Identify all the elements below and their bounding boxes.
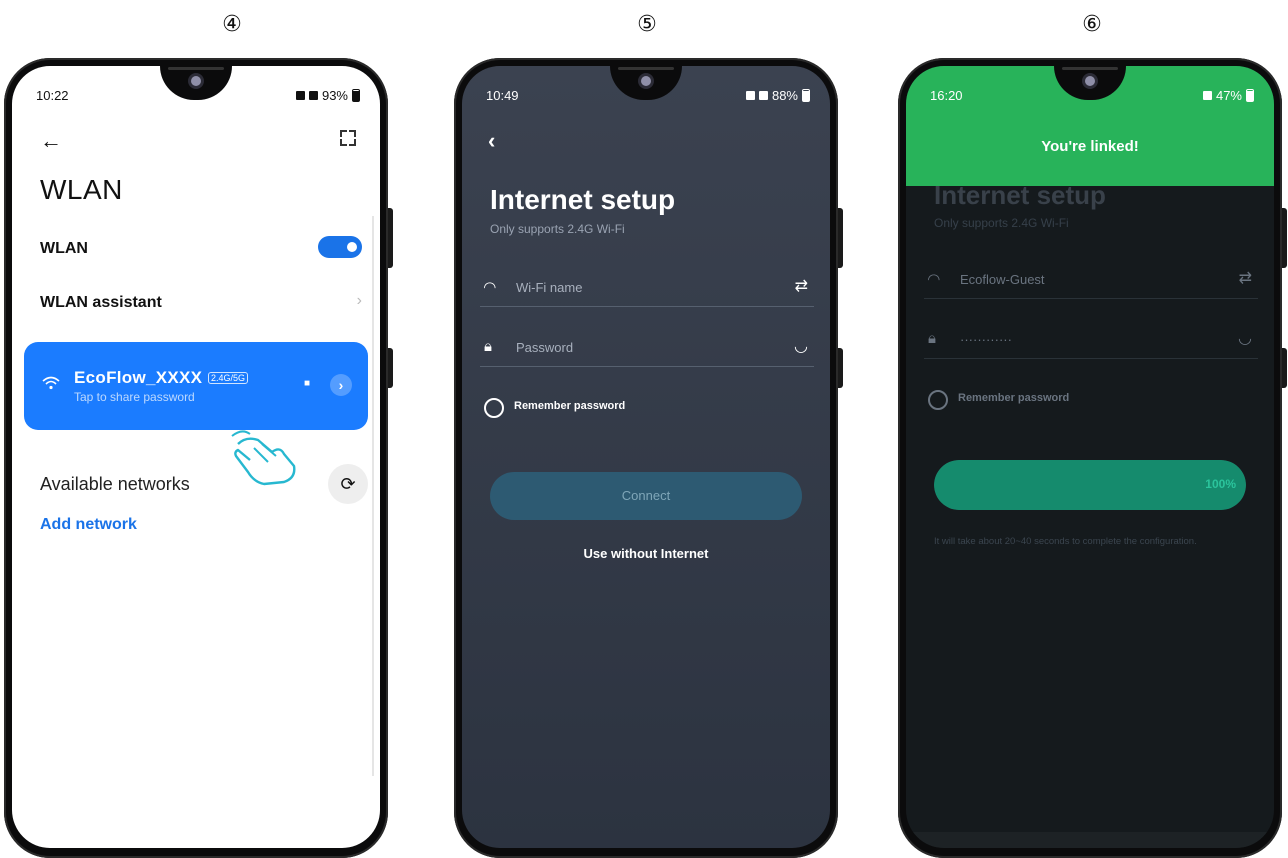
- battery-percent: 93%: [321, 88, 348, 103]
- scrollbar: [372, 216, 374, 776]
- wlan-label: WLAN: [40, 240, 88, 257]
- use-without-internet-link[interactable]: Use without Internet: [462, 546, 830, 561]
- status-icons: 47%: [1202, 88, 1254, 103]
- progress-bar: 100%: [934, 460, 1246, 510]
- battery-icon: [802, 89, 810, 102]
- wifi-name-placeholder: Wi-Fi name: [516, 280, 583, 295]
- eye-closed-icon[interactable]: ◡: [794, 336, 808, 356]
- hand-pointer-icon: [231, 430, 296, 486]
- phone-side-button: [1282, 208, 1287, 268]
- battery-percent: 47%: [1215, 88, 1242, 103]
- add-network-link[interactable]: Add network: [40, 516, 137, 534]
- signal-icon: [758, 91, 768, 100]
- connect-button[interactable]: Connect: [490, 472, 802, 520]
- camera-icon: [641, 76, 651, 86]
- wifi-icon: [42, 376, 60, 390]
- phone-side-button: [388, 348, 393, 388]
- password-placeholder: Password: [516, 340, 574, 355]
- back-chevron-icon[interactable]: ‹: [488, 128, 495, 154]
- screen-linked: You're linked! 16:20 47% Internet setup …: [906, 66, 1274, 848]
- lock-icon: ■: [304, 378, 311, 389]
- network-name: EcoFlow_XXXX: [74, 368, 203, 387]
- phone-linked: You're linked! 16:20 47% Internet setup …: [898, 58, 1287, 858]
- status-time: 10:49: [486, 88, 519, 103]
- battery-percent: 88%: [771, 88, 798, 103]
- back-arrow-icon[interactable]: ←: [40, 128, 62, 154]
- remember-password-radio[interactable]: [484, 398, 504, 418]
- alarm-icon: [295, 91, 305, 100]
- switch-network-icon[interactable]: ⇄: [1239, 268, 1252, 288]
- network-card[interactable]: EcoFlow_XXXX 2.4G/5G Tap to share passwo…: [24, 342, 368, 430]
- available-networks-label: Available networks: [40, 474, 190, 494]
- progress-label: 100%: [1205, 477, 1236, 491]
- lock-icon: 🔒︎: [484, 338, 492, 355]
- progress-fill: [934, 460, 1246, 510]
- phone-side-button: [838, 208, 843, 268]
- switch-network-icon[interactable]: ⇄: [795, 276, 808, 296]
- remember-password-label[interactable]: Remember password: [958, 392, 1069, 404]
- wlan-assistant-label[interactable]: WLAN assistant: [40, 294, 162, 312]
- page-title: Internet setup: [934, 180, 1106, 210]
- chevron-right-icon: ›: [356, 292, 362, 309]
- phone-side-button: [388, 208, 393, 268]
- battery-icon: [352, 89, 360, 102]
- camera-icon: [1085, 76, 1095, 86]
- scan-icon[interactable]: [340, 130, 356, 146]
- wifi-icon: ◜◝: [928, 271, 940, 288]
- speaker: [168, 67, 224, 70]
- page-title: Internet setup: [490, 184, 676, 215]
- password-field[interactable]: 🔒︎ Password ◡: [480, 326, 814, 367]
- camera-icon: [191, 76, 201, 86]
- chevron-right-icon[interactable]: ›: [330, 374, 352, 396]
- remember-password-label[interactable]: Remember password: [514, 400, 625, 412]
- page-subtitle: Only supports 2.4G Wi-Fi: [490, 222, 625, 236]
- speaker: [1062, 67, 1118, 70]
- signal-icon: [308, 91, 318, 100]
- configuration-note: It will take about 20~40 seconds to comp…: [934, 536, 1197, 547]
- screen-wlan: 10:22 93% ← WLAN WLAN WLAN assistant › E…: [12, 66, 380, 848]
- wifi-name-value: Ecoflow-Guest: [960, 272, 1045, 287]
- speaker: [618, 67, 674, 70]
- refresh-icon[interactable]: ⟳: [328, 464, 368, 504]
- wlan-toggle[interactable]: [318, 236, 362, 258]
- status-time: 10:22: [36, 88, 69, 103]
- banner-text: You're linked!: [1041, 138, 1139, 155]
- remember-password-radio[interactable]: [928, 390, 948, 410]
- wifi-icon: ◜◝: [484, 279, 496, 296]
- password-value: ············: [960, 332, 1012, 347]
- page-title: WLAN: [40, 174, 123, 205]
- eye-closed-icon[interactable]: ◡: [1238, 328, 1252, 348]
- step-number-6: ⑥: [1082, 12, 1102, 37]
- wifi-name-field[interactable]: ◜◝ Ecoflow-Guest ⇄: [924, 258, 1258, 299]
- battery-icon: [1246, 89, 1254, 102]
- phone-side-button: [1282, 348, 1287, 388]
- screen-internet-setup: 10:49 88% ‹ Internet setup Only supports…: [462, 66, 830, 848]
- alarm-icon: [745, 91, 755, 100]
- password-field[interactable]: 🔒︎ ············ ◡: [924, 318, 1258, 359]
- signal-icon: [1202, 91, 1212, 100]
- phone-internet-setup: 10:49 88% ‹ Internet setup Only supports…: [454, 58, 843, 858]
- phone-side-button: [838, 348, 843, 388]
- network-subtitle: Tap to share password: [74, 390, 195, 404]
- step-number-5: ⑤: [637, 12, 657, 37]
- bottom-bar: [906, 832, 1274, 848]
- status-icons: 93%: [295, 88, 360, 103]
- lock-icon: 🔒︎: [928, 330, 936, 347]
- status-time: 16:20: [930, 88, 963, 103]
- phone-wlan-settings: 10:22 93% ← WLAN WLAN WLAN assistant › E…: [4, 58, 393, 858]
- network-band-badge: 2.4G/5G: [208, 372, 249, 384]
- wifi-name-field[interactable]: ◜◝ Wi-Fi name ⇄: [480, 266, 814, 307]
- page-subtitle: Only supports 2.4G Wi-Fi: [934, 216, 1069, 230]
- status-icons: 88%: [745, 88, 810, 103]
- step-number-4: ④: [222, 12, 242, 37]
